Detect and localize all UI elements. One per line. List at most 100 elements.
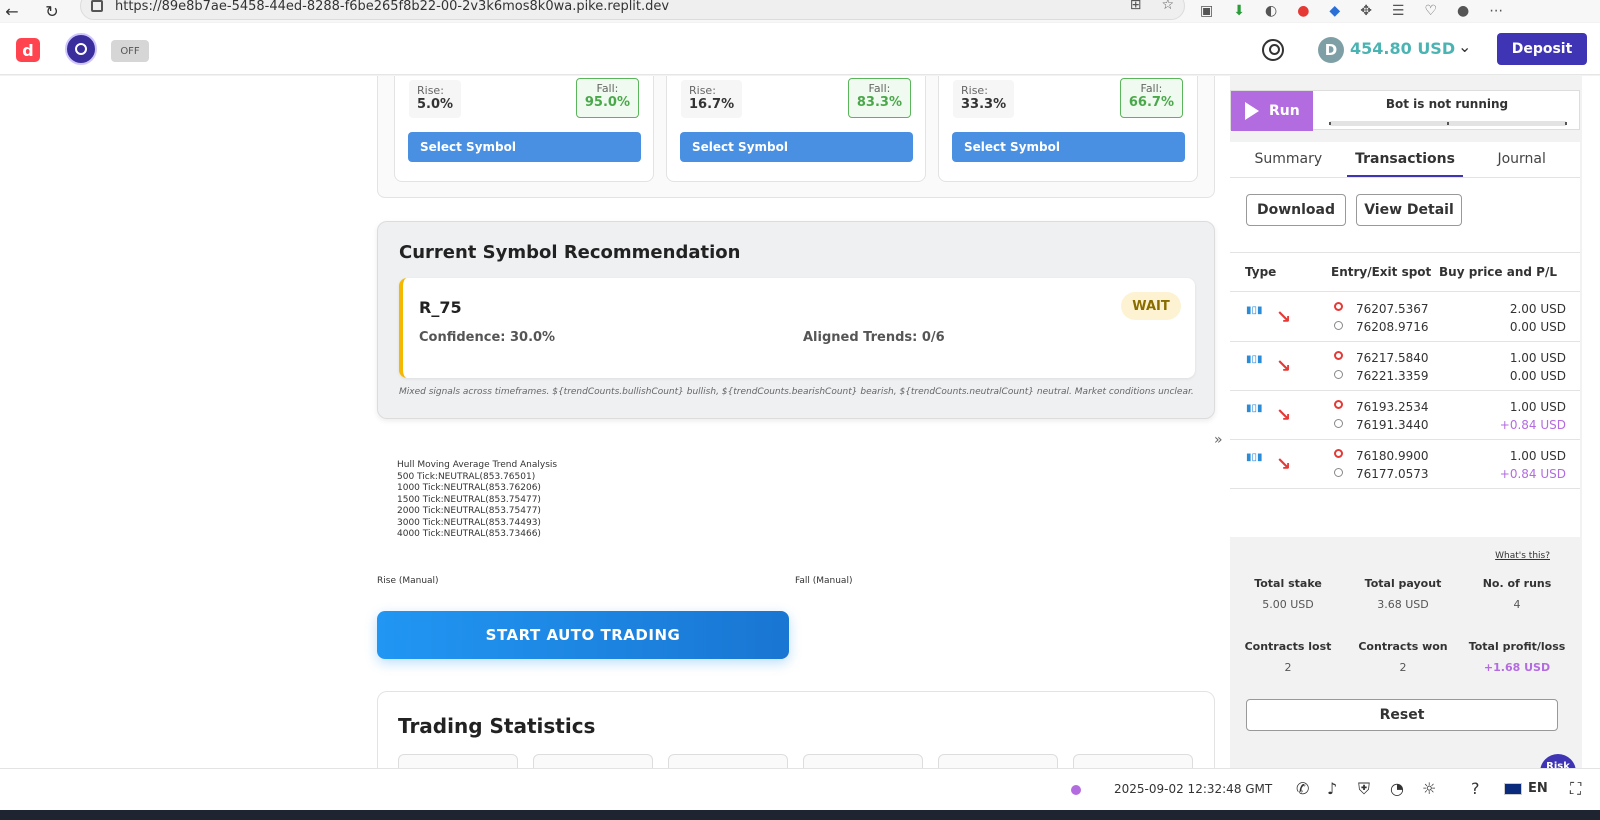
transactions-panel: Summary Transactions Journal Download Vi… (1230, 142, 1580, 537)
deposit-button[interactable]: Deposit (1497, 33, 1587, 65)
fall-value: 95.0% (584, 95, 630, 110)
tiktok-icon[interactable]: ♪ (1327, 779, 1337, 798)
language-selector[interactable]: EN (1528, 781, 1548, 796)
theme-toggle-icon[interactable]: ☼ (1422, 779, 1436, 798)
exit-spot: 76191.3440 (1356, 418, 1429, 432)
transaction-row[interactable]: ▮▯▮ ↘ 76207.5367 2.00 USD 76208.9716 0.0… (1230, 293, 1580, 342)
stat-card (533, 754, 653, 768)
whats-this-link[interactable]: What's this? (1495, 551, 1550, 561)
entry-spot-icon (1334, 400, 1343, 409)
transaction-row[interactable]: ▮▯▮ ↘ 76180.9900 1.00 USD 76177.0573 +0.… (1230, 440, 1580, 489)
whatsapp-icon[interactable]: ✆ (1296, 779, 1309, 798)
exit-spot: 76221.3359 (1356, 369, 1429, 383)
download-icon[interactable]: ⬇ (1233, 3, 1245, 19)
hull-line: 500 Tick:NEUTRAL(853.76501) (397, 471, 536, 482)
tab-summary[interactable]: Summary (1230, 142, 1347, 177)
buy-price: 1.00 USD (1509, 400, 1566, 414)
total-stake: Total stake 5.00 USD (1230, 577, 1346, 611)
buy-price: 1.00 USD (1509, 449, 1566, 463)
site-info-icon[interactable] (91, 0, 103, 12)
rise-value: 5.0% (417, 97, 454, 112)
transaction-row[interactable]: ▮▯▮ ↘ 76217.5840 1.00 USD 76221.3359 0.0… (1230, 342, 1580, 391)
profile-icon[interactable]: ● (1457, 3, 1469, 19)
account-icon[interactable] (1262, 39, 1284, 61)
more-icon[interactable]: ⋯ (1489, 3, 1503, 19)
stat-card (668, 754, 788, 768)
reload-icon[interactable]: ↻ (40, 0, 64, 22)
chevron-down-icon[interactable]: ⌄ (1458, 37, 1471, 56)
bot-progress-bar (1329, 121, 1567, 126)
favorite-star-icon[interactable]: ☆ (1161, 0, 1174, 13)
address-bar[interactable]: https://89e8b7ae-5458-44ed-8288-f6be265f… (80, 0, 1185, 20)
stat-card (1073, 754, 1193, 768)
contracts-lost-label: Contracts lost (1244, 640, 1332, 653)
extension-icon[interactable]: ▣ (1200, 3, 1213, 19)
extension-icon[interactable]: ◐ (1265, 3, 1277, 19)
transaction-row[interactable]: ▮▯▮ ↘ 76193.2534 1.00 USD 76191.3440 +0.… (1230, 391, 1580, 440)
profit-loss: 0.00 USD (1509, 369, 1566, 383)
statistics-title: Trading Statistics (398, 714, 596, 738)
app-header: d OFF D 454.80 USD ⌄ Deposit (0, 23, 1600, 75)
back-icon[interactable]: ← (0, 0, 24, 22)
start-auto-trading-button[interactable]: START AUTO TRADING (377, 611, 789, 659)
select-symbol-button[interactable]: Select Symbol (680, 132, 913, 162)
total-profit-loss-label: Total profit/loss (1468, 640, 1566, 653)
symbol-analysis-panel: Rise: 5.0% Fall: 95.0% Select Symbol Ris… (377, 76, 1215, 198)
fullscreen-icon[interactable]: ⛶ (1570, 779, 1581, 799)
rise-stat: Rise: 5.0% (409, 80, 462, 118)
recommendation-panel: Current Symbol Recommendation R_75 WAIT … (377, 221, 1215, 419)
deriv-logo[interactable]: d (16, 38, 40, 62)
download-button[interactable]: Download (1246, 194, 1346, 226)
profit-loss: +0.84 USD (1499, 467, 1566, 481)
connection-status-icon (1071, 785, 1081, 795)
right-scrollbar[interactable] (1582, 76, 1600, 768)
reset-button[interactable]: Reset (1246, 699, 1558, 731)
run-button[interactable]: Run (1231, 91, 1313, 131)
aligned-trends-text: Aligned Trends: 0/6 (803, 330, 945, 345)
heart-icon[interactable]: ♡ (1424, 3, 1437, 19)
fall-manual-button[interactable]: Fall (Manual) (795, 576, 852, 586)
rise-label: Rise: (689, 84, 716, 97)
total-payout-label: Total payout (1364, 577, 1442, 590)
extension-icon[interactable]: ● (1297, 3, 1309, 19)
collapse-panel-icon[interactable]: » (1214, 432, 1223, 448)
favorites-icon[interactable]: ☰ (1392, 3, 1405, 19)
stat-card (398, 754, 518, 768)
select-symbol-button[interactable]: Select Symbol (408, 132, 641, 162)
total-profit-loss: Total profit/loss +1.68 USD (1459, 640, 1575, 674)
rise-manual-button[interactable]: Rise (Manual) (377, 576, 439, 586)
fall-arrow-icon: ↘ (1276, 405, 1292, 426)
apps-icon[interactable]: ⊞ (1130, 0, 1142, 13)
view-detail-button[interactable]: View Detail (1356, 194, 1462, 226)
exit-spot-icon (1334, 321, 1343, 330)
main-content: Rise: 5.0% Fall: 95.0% Select Symbol Ris… (0, 76, 1230, 768)
rise-label: Rise: (417, 84, 444, 97)
contracts-lost-value: 2 (1284, 661, 1292, 674)
entry-spot-icon (1334, 302, 1343, 311)
help-icon[interactable]: ? (1471, 779, 1480, 798)
extension-icon[interactable]: ◆ (1329, 3, 1340, 19)
panel-tabs: Summary Transactions Journal (1230, 142, 1580, 178)
hull-trend-analysis: Hull Moving Average Trend Analysis 500 T… (397, 460, 557, 541)
fall-stat: Fall: 95.0% (575, 78, 639, 118)
puzzle-icon[interactable]: ✥ (1360, 3, 1372, 19)
entry-spot: 76193.2534 (1356, 400, 1429, 414)
currency-icon: D (1318, 37, 1344, 63)
bot-avatar-icon[interactable] (65, 33, 97, 65)
symbol-card: Rise: 5.0% Fall: 95.0% Select Symbol (394, 76, 654, 182)
tab-transactions[interactable]: Transactions (1346, 142, 1464, 177)
exit-spot-icon (1334, 419, 1343, 428)
hull-title: Hull Moving Average Trend Analysis (397, 460, 558, 470)
fall-label: Fall: (596, 82, 619, 95)
exit-spot-icon (1334, 468, 1343, 477)
account-balance[interactable]: 454.80 USD (1350, 39, 1455, 58)
buy-price: 2.00 USD (1509, 302, 1566, 316)
shield-icon[interactable]: ⛨ (1358, 779, 1370, 799)
tab-journal[interactable]: Journal (1463, 142, 1580, 177)
server-time: 2025-09-02 12:32:48 GMT (1114, 782, 1273, 796)
run-panel: Run Bot is not running Summary Transacti… (1230, 76, 1582, 768)
select-symbol-button[interactable]: Select Symbol (952, 132, 1185, 162)
contract-type-icon: ▮▯▮ (1246, 305, 1263, 316)
off-toggle[interactable]: OFF (111, 40, 149, 62)
gauge-icon[interactable]: ◔ (1390, 779, 1404, 798)
